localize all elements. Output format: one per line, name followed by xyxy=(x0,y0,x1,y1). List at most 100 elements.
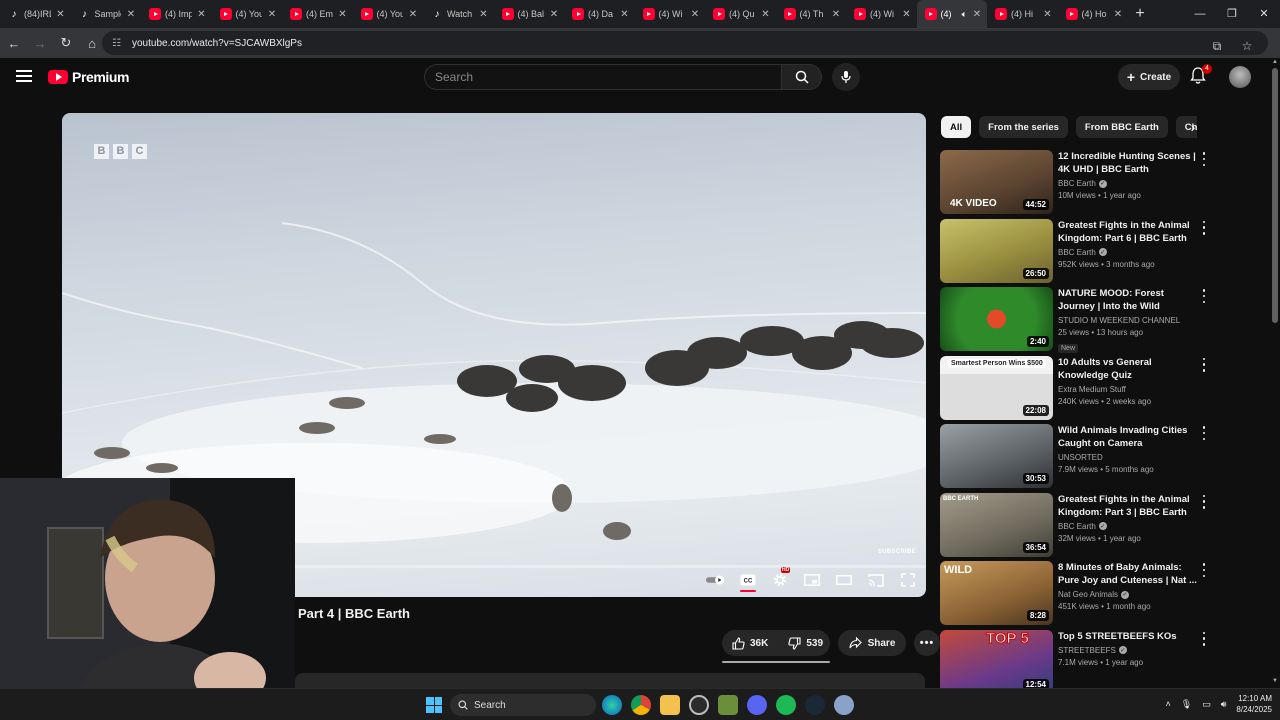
home-icon[interactable]: ⌂ xyxy=(80,31,104,55)
tab-close-icon[interactable]: ✕ xyxy=(619,9,631,20)
minimize-button[interactable]: — xyxy=(1184,0,1216,28)
taskbar-search[interactable]: Search xyxy=(450,694,596,716)
channel-name[interactable]: STREETBEEFS xyxy=(1058,646,1116,655)
more-vert-icon[interactable] xyxy=(1200,220,1208,235)
notifications-button[interactable]: 4 xyxy=(1190,64,1212,87)
back-icon[interactable]: ← xyxy=(2,31,26,55)
settings-app-icon[interactable] xyxy=(834,695,854,715)
tab-audio-icon[interactable]: 🔈︎ xyxy=(962,9,967,20)
scrollbar-thumb[interactable] xyxy=(1272,68,1278,323)
channel-name[interactable]: UNSORTED xyxy=(1058,453,1103,462)
browser-tab[interactable]: (4) You ✕ xyxy=(353,0,424,28)
browser-tab[interactable]: ♪ (84)IRL ✕ xyxy=(0,0,71,28)
video-title-link[interactable]: 10 Adults vs General Knowledge Quiz xyxy=(1058,356,1198,382)
windows-start-icon[interactable] xyxy=(426,697,442,713)
video-title-link[interactable]: Wild Animals Invading Cities Caught on C… xyxy=(1058,424,1198,450)
channel-name[interactable]: BBC Earth xyxy=(1058,248,1096,257)
tab-close-icon[interactable]: ✕ xyxy=(830,9,842,20)
file-explorer-icon[interactable] xyxy=(660,695,680,715)
more-vert-icon[interactable] xyxy=(1200,494,1208,509)
network-icon[interactable]: ▭ xyxy=(1202,699,1211,710)
reload-icon[interactable]: ↻ xyxy=(54,31,78,55)
browser-tab[interactable]: (4) Wi ✕ xyxy=(635,0,706,28)
video-thumbnail[interactable]: BBC EARTH 36:54 xyxy=(940,492,1053,557)
tab-close-icon[interactable]: ✕ xyxy=(760,9,772,20)
video-title-link[interactable]: 8 Minutes of Baby Animals: Pure Joy and … xyxy=(1058,561,1198,587)
tray-chevron-icon[interactable]: ˄ xyxy=(1166,699,1171,709)
voice-search-button[interactable] xyxy=(832,63,860,91)
bookmark-star-icon[interactable]: ☆ xyxy=(1232,34,1262,58)
site-info-icon[interactable]: ☷ xyxy=(112,38,124,49)
autoplay-toggle[interactable] xyxy=(706,570,726,590)
related-video-item[interactable]: Smartest Person Wins $500 22:08 10 Adults … xyxy=(940,355,1220,425)
browser-tab[interactable]: (4) You ✕ xyxy=(212,0,283,28)
spotify-icon[interactable] xyxy=(776,695,796,715)
subtitles-button[interactable]: CC xyxy=(738,570,758,592)
chip-all[interactable]: All xyxy=(941,116,972,138)
cast-icon[interactable]: ⧉ xyxy=(1202,34,1232,58)
video-title-link[interactable]: Greatest Fights in the Animal Kingdom: P… xyxy=(1058,493,1198,519)
chip-from-bbc-earth[interactable]: From BBC Earth xyxy=(1075,116,1168,138)
tab-close-icon[interactable]: ✕ xyxy=(971,9,983,20)
browser-tab[interactable]: (4) Th ✕ xyxy=(776,0,847,28)
channel-name[interactable]: BBC Earth xyxy=(1058,522,1096,531)
more-vert-icon[interactable] xyxy=(1200,289,1208,303)
tab-close-icon[interactable]: ✕ xyxy=(196,9,208,20)
new-tab-button[interactable]: + xyxy=(1128,5,1152,23)
video-title-link[interactable]: Greatest Fights in the Animal Kingdom: P… xyxy=(1058,219,1198,245)
tab-close-icon[interactable]: ✕ xyxy=(55,9,67,20)
close-window-button[interactable]: ✕ xyxy=(1248,0,1280,28)
channel-name[interactable]: Extra Medium Stuff xyxy=(1058,385,1126,394)
tab-close-icon[interactable]: ✕ xyxy=(548,9,560,20)
video-thumbnail[interactable]: WILD 8:28 xyxy=(940,561,1053,625)
browser-tab[interactable]: (4) Imp ✕ xyxy=(141,0,212,28)
create-button[interactable]: + Create xyxy=(1118,64,1180,90)
browser-tab[interactable]: (4) Em ✕ xyxy=(282,0,353,28)
channel-name[interactable]: Nat Geo Animals xyxy=(1058,590,1118,599)
clock[interactable]: 12:10 AM 8/24/2025 xyxy=(1236,693,1272,715)
video-thumbnail[interactable]: Smartest Person Wins $500 22:08 xyxy=(940,355,1053,420)
more-vert-icon[interactable] xyxy=(1200,631,1208,646)
related-video-item[interactable]: 2:40 NATURE MOOD: Forest Journey | Into t… xyxy=(940,287,1220,356)
browser-tab[interactable]: (4) Ho ✕ xyxy=(1058,0,1129,28)
video-thumbnail[interactable]: 4K VIDEO 44:52 xyxy=(940,150,1053,214)
tab-close-icon[interactable]: ✕ xyxy=(125,9,137,20)
tab-close-icon[interactable]: ✕ xyxy=(478,9,490,20)
tab-close-icon[interactable]: ✕ xyxy=(1112,9,1124,20)
fullscreen-button[interactable] xyxy=(898,570,918,590)
discord-icon[interactable] xyxy=(747,695,767,715)
settings-button[interactable]: HD xyxy=(770,567,791,590)
tab-close-icon[interactable]: ✕ xyxy=(901,9,913,20)
related-video-item[interactable]: WILD 8:28 8 Minutes of Baby Animals: Pure … xyxy=(940,561,1220,630)
maximize-button[interactable]: ❐ xyxy=(1216,0,1248,28)
microphone-tray-icon[interactable]: 🎙︎ xyxy=(1181,699,1192,710)
subscribe-watermark[interactable]: SUBSCRIBE xyxy=(878,549,916,555)
browser-tab[interactable]: ♪ Watch ✕ xyxy=(423,0,494,28)
browser-tab[interactable]: (4) Wi ✕ xyxy=(846,0,917,28)
menu-icon[interactable] xyxy=(16,70,32,82)
related-video-item[interactable]: 30:53 Wild Animals Invading Cities Caught… xyxy=(940,424,1220,493)
youtube-logo[interactable]: Premium xyxy=(48,69,130,85)
related-video-item[interactable]: BBC EARTH 36:54 Greatest Fights in the Ani… xyxy=(940,492,1220,562)
miniplayer-button[interactable] xyxy=(802,570,822,590)
browser-tab[interactable]: (4) Hi ✕ xyxy=(987,0,1058,28)
browser-tab[interactable]: (4) Bal ✕ xyxy=(494,0,565,28)
channel-name[interactable]: BBC Earth xyxy=(1058,179,1096,188)
tab-close-icon[interactable]: ✕ xyxy=(337,9,349,20)
more-vert-icon[interactable] xyxy=(1200,426,1208,440)
account-avatar[interactable] xyxy=(1229,66,1251,88)
theater-mode-button[interactable] xyxy=(834,570,854,590)
chip-from-the-series[interactable]: From the series xyxy=(979,116,1068,138)
obs-icon[interactable] xyxy=(689,695,709,715)
video-title-link[interactable]: Top 5 STREETBEEFS KOs xyxy=(1058,630,1198,643)
related-video-item[interactable]: 26:50 Greatest Fights in the Animal Kingd… xyxy=(940,218,1220,288)
browser-tab[interactable]: (4) Da ✕ xyxy=(564,0,635,28)
scroll-down-icon[interactable]: ▼ xyxy=(1272,678,1278,684)
channel-name[interactable]: STUDIO M WEEKEND CHANNEL xyxy=(1058,316,1180,325)
address-bar[interactable]: ☷ youtube.com/watch?v=SJCAWBXlgPs ⧉ ☆ xyxy=(102,31,1268,55)
edge-icon[interactable] xyxy=(602,695,622,715)
tab-close-icon[interactable]: ✕ xyxy=(689,9,701,20)
video-thumbnail[interactable]: TOP 5 12:54 xyxy=(940,629,1053,694)
browser-tab[interactable]: (4) 🔈︎ ✕ xyxy=(916,0,987,28)
scroll-up-icon[interactable]: ▲ xyxy=(1272,59,1278,65)
